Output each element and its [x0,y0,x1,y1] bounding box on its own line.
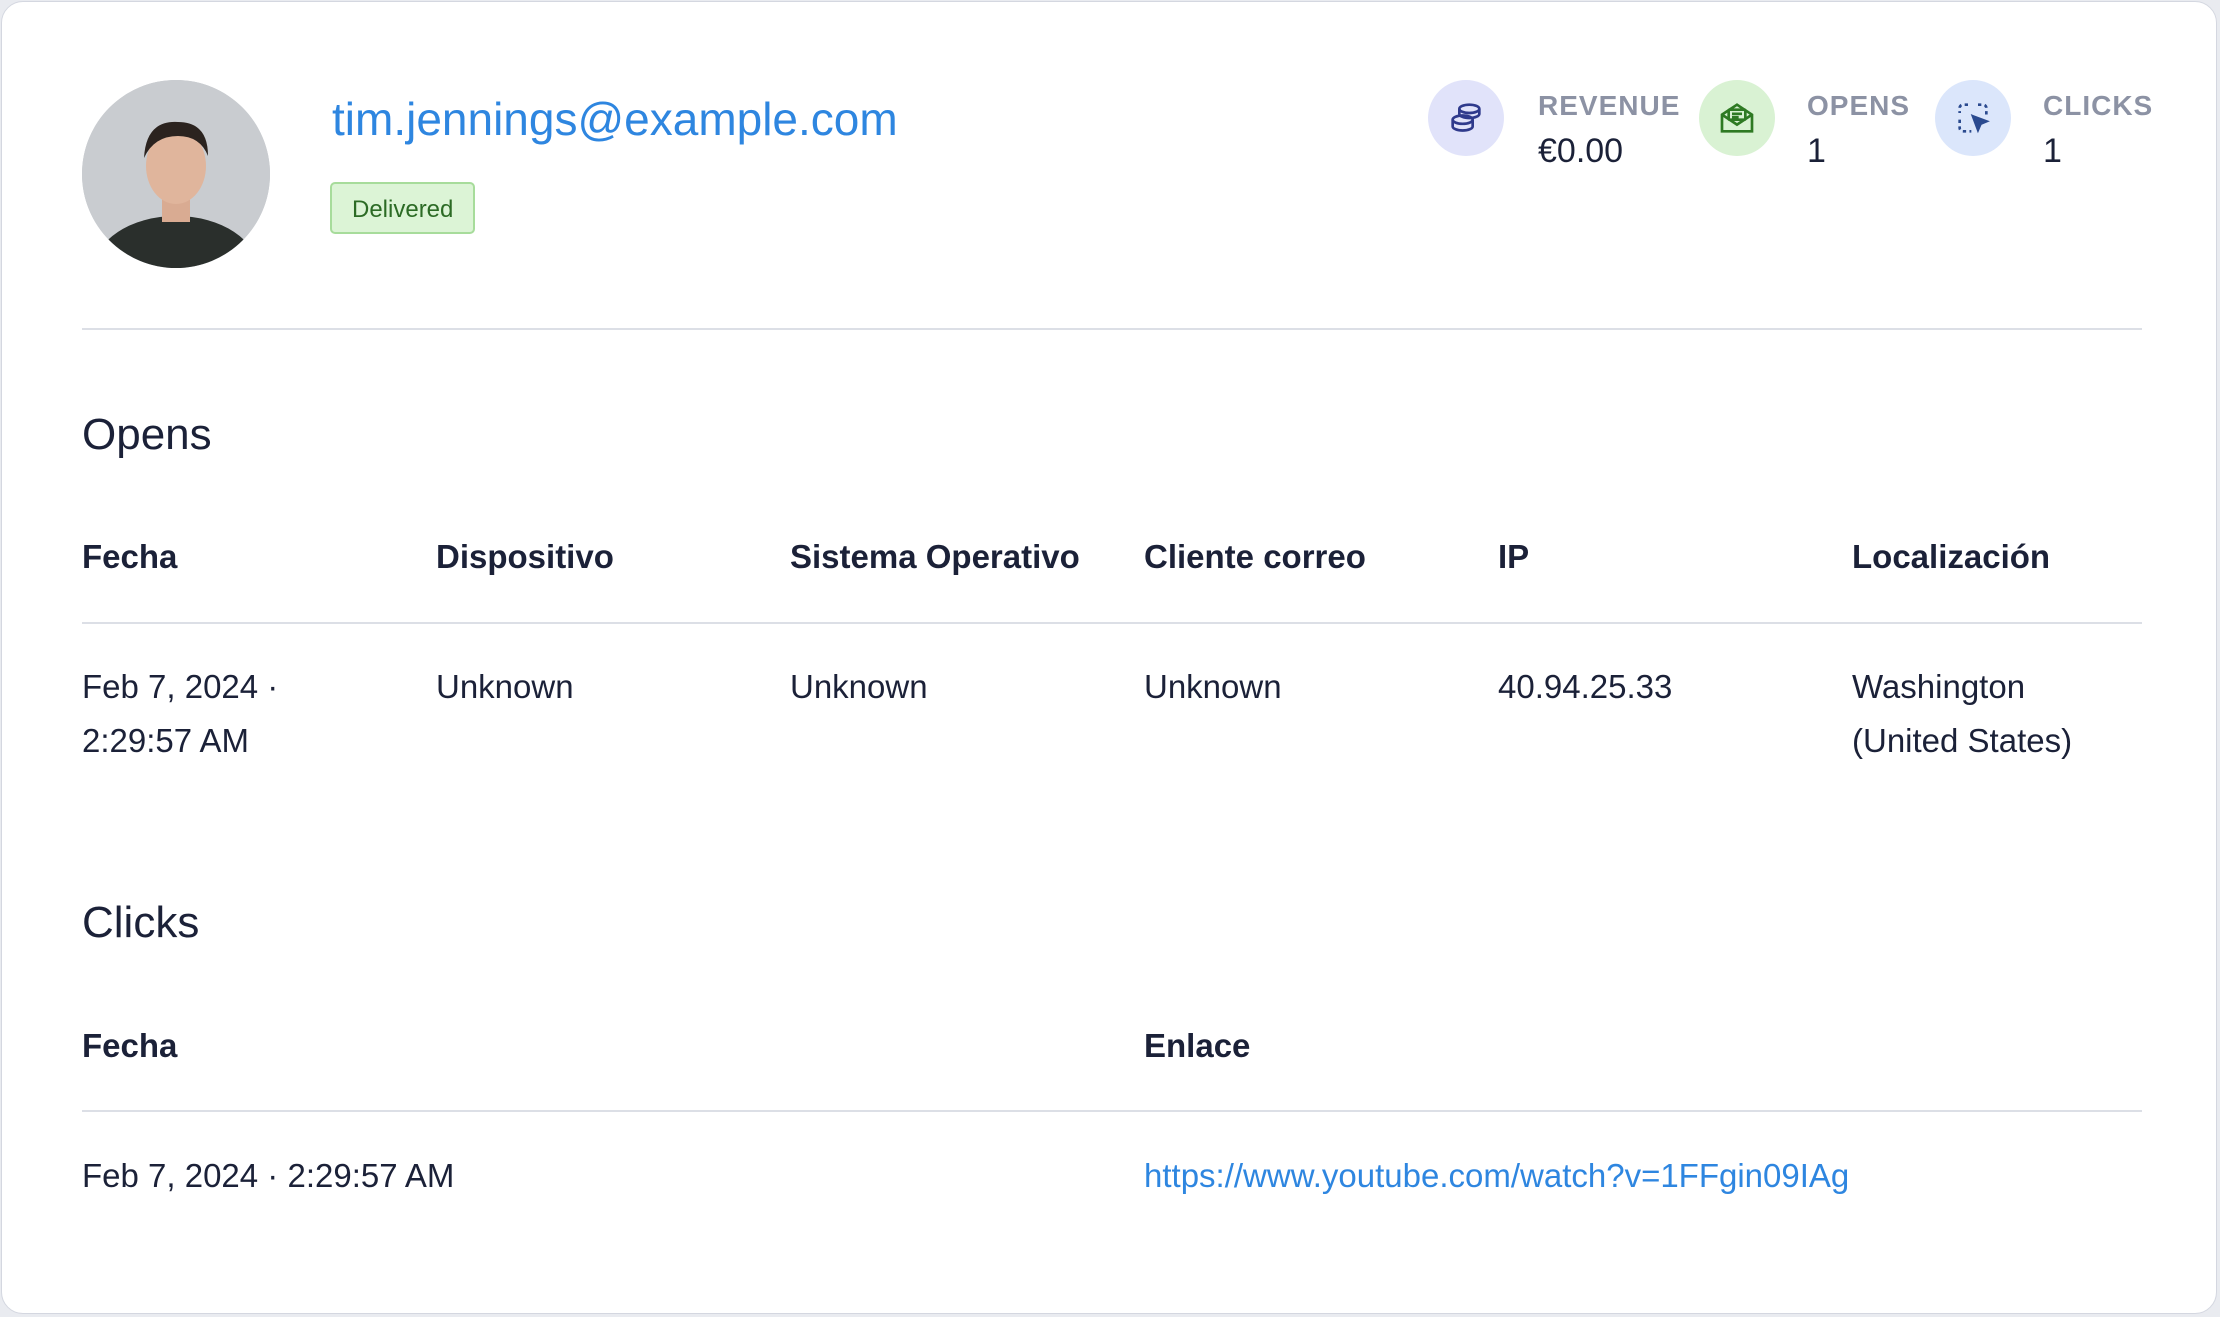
status-badge: Delivered [330,182,476,234]
click-link[interactable]: https://www.youtube.com/watch?v=1FFgin09… [1144,1149,1849,1203]
clicks-section-title: Clicks [82,898,200,947]
message-details-card: tim.jennings@example.com Delivered REVEN… [1,1,2217,1314]
cursor-click-icon [1935,80,2011,156]
open-date-line1: Feb 7, 2024 · [82,668,279,705]
clicks-value: 1 [2043,132,2062,170]
open-location: Washington (United States) [1852,660,2072,768]
opens-label: OPENS [1807,90,1911,121]
opens-col-cliente: Cliente correo [1144,538,1366,575]
open-location-line2: (United States) [1852,722,2073,759]
clicks-header-divider [82,1110,2142,1112]
opens-col-ip: IP [1498,538,1530,575]
header-divider [82,328,2142,330]
open-location-line1: Washington [1852,668,2026,705]
revenue-value: €0.00 [1538,132,1624,170]
opens-col-sistema: Sistema Operativo [790,538,1080,575]
click-date: Feb 7, 2024 · 2:29:57 AM [82,1157,455,1194]
opens-col-localizacion: Localización [1852,538,2051,575]
open-date: Feb 7, 2024 · 2:29:57 AM [82,660,278,768]
open-device: Unknown [436,668,574,705]
open-envelope-icon [1699,80,1775,156]
open-mail-client: Unknown [1144,668,1282,705]
opens-header-divider [82,622,2142,624]
recipient-email[interactable]: tim.jennings@example.com [332,92,898,146]
clicks-label: CLICKS [2043,90,2154,121]
open-ip: 40.94.25.33 [1498,668,1673,705]
opens-section-title: Opens [82,410,212,459]
open-os: Unknown [790,668,928,705]
clicks-col-fecha: Fecha [82,1027,178,1064]
opens-col-fecha: Fecha [82,538,178,575]
recipient-header: tim.jennings@example.com Delivered REVEN… [82,80,2152,330]
opens-value: 1 [1807,132,1826,170]
opens-col-dispositivo: Dispositivo [436,538,614,575]
clicks-col-enlace: Enlace [1144,1027,1251,1064]
avatar [82,80,270,268]
revenue-label: REVENUE [1538,90,1681,121]
open-date-line2: 2:29:57 AM [82,722,249,759]
avatar-photo [82,80,270,268]
coins-icon [1428,80,1504,156]
